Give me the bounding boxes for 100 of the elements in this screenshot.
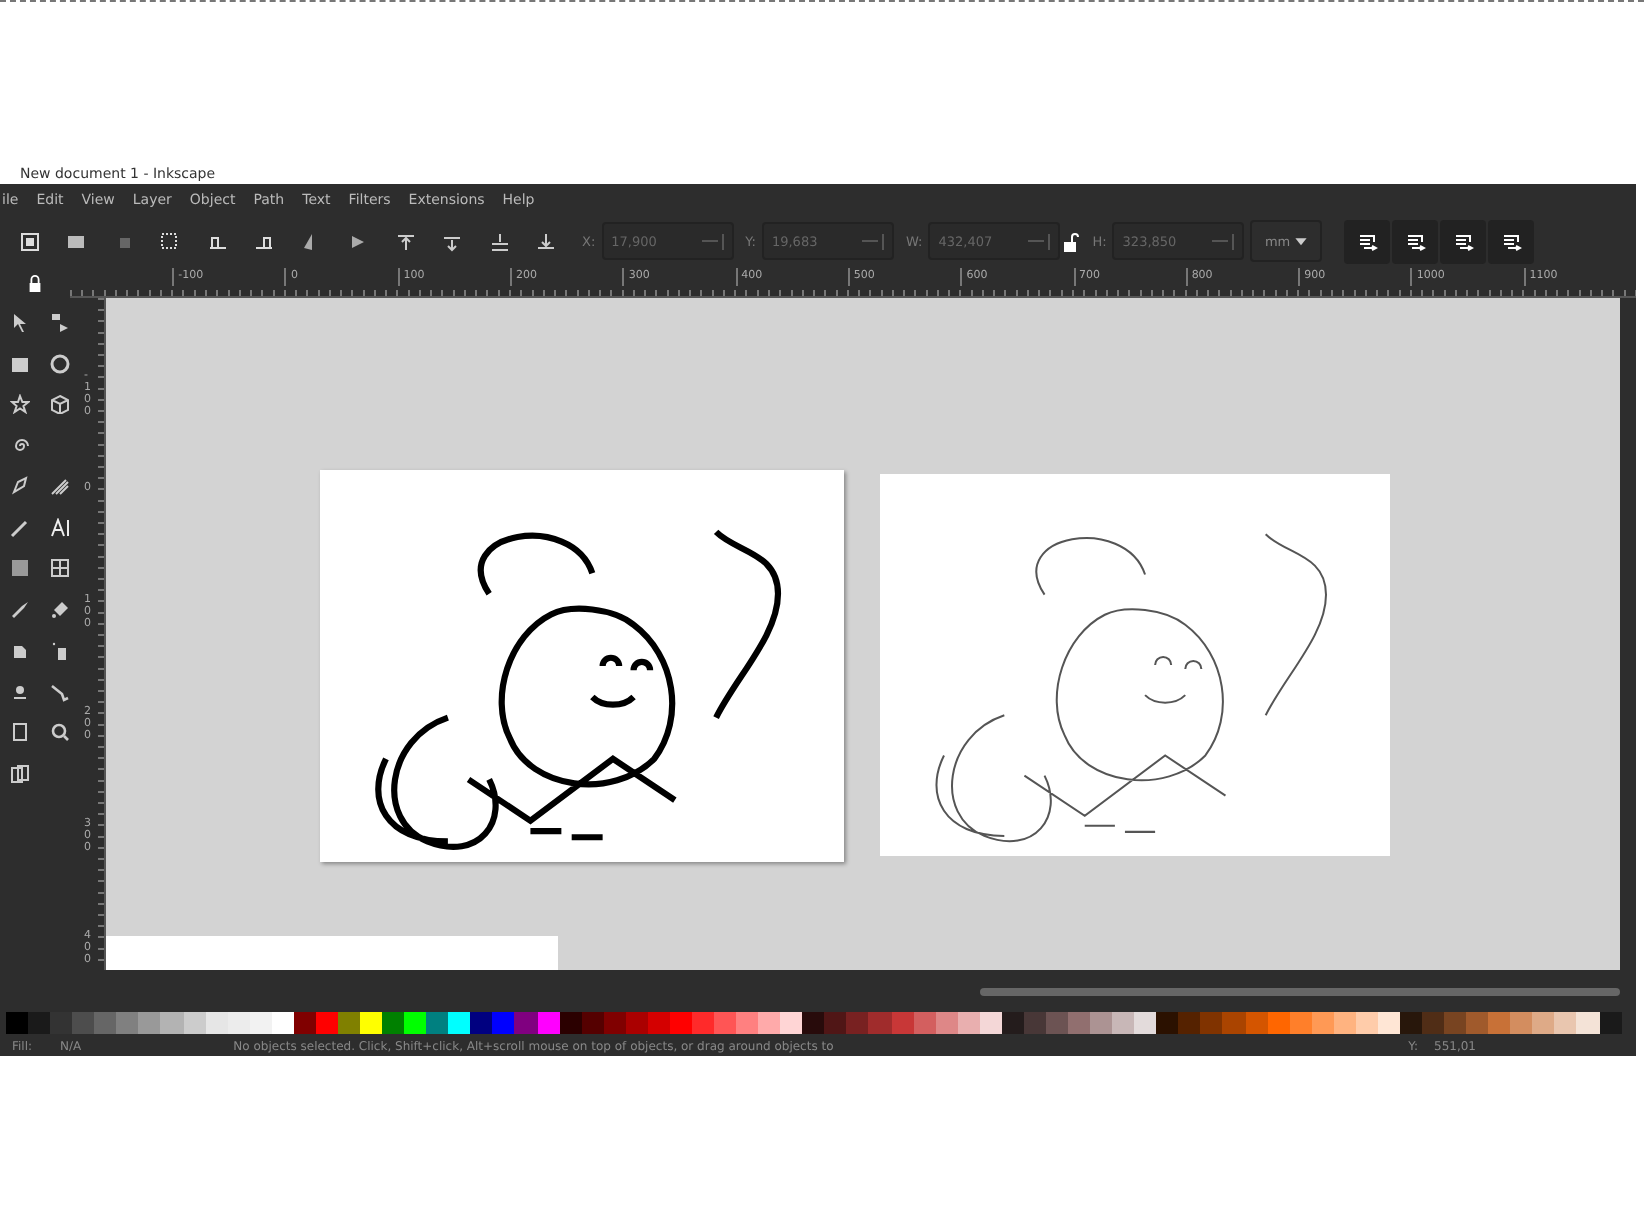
select-all-icon[interactable] <box>19 231 40 251</box>
color-swatch[interactable] <box>382 1012 405 1034</box>
color-swatch[interactable] <box>138 1012 161 1034</box>
color-swatch[interactable] <box>1245 1012 1268 1034</box>
color-swatch[interactable] <box>1599 1012 1622 1034</box>
color-swatch[interactable] <box>249 1012 272 1034</box>
color-swatch[interactable] <box>1576 1012 1599 1034</box>
color-swatch[interactable] <box>846 1012 869 1034</box>
snap-button[interactable] <box>1392 219 1439 263</box>
color-swatch[interactable] <box>1289 1012 1312 1034</box>
color-swatch[interactable] <box>868 1012 891 1034</box>
color-swatch[interactable] <box>957 1012 980 1034</box>
color-swatch[interactable] <box>1554 1012 1577 1034</box>
color-swatch[interactable] <box>6 1012 29 1034</box>
color-swatch[interactable] <box>448 1012 471 1034</box>
color-swatch[interactable] <box>647 1012 670 1034</box>
color-swatch[interactable] <box>669 1012 692 1034</box>
calligraphy-icon[interactable] <box>50 476 70 497</box>
pen-icon[interactable] <box>10 476 30 497</box>
color-swatch[interactable] <box>802 1012 825 1034</box>
color-swatch[interactable] <box>581 1012 604 1034</box>
raise-to-top-icon[interactable] <box>395 231 416 251</box>
color-swatch[interactable] <box>1156 1012 1179 1034</box>
color-swatch[interactable] <box>1112 1012 1135 1034</box>
align-bottom-icon[interactable] <box>489 231 510 251</box>
bounding-box-icon[interactable] <box>160 231 181 251</box>
selector-icon[interactable] <box>10 312 30 333</box>
color-swatch[interactable] <box>714 1012 737 1034</box>
snap-button[interactable] <box>1488 219 1535 263</box>
color-swatch[interactable] <box>1222 1012 1245 1034</box>
color-swatch[interactable] <box>1444 1012 1467 1034</box>
circle-icon[interactable] <box>50 353 70 374</box>
spiral-icon[interactable] <box>10 435 30 456</box>
color-swatch[interactable] <box>183 1012 206 1034</box>
color-swatch[interactable] <box>1068 1012 1091 1034</box>
color-swatch[interactable] <box>1333 1012 1356 1034</box>
color-swatch[interactable] <box>979 1012 1002 1034</box>
color-swatch[interactable] <box>205 1012 228 1034</box>
color-swatch[interactable] <box>28 1012 51 1034</box>
color-swatch[interactable] <box>94 1012 117 1034</box>
color-swatch[interactable] <box>625 1012 648 1034</box>
color-swatch[interactable] <box>1466 1012 1489 1034</box>
color-swatch[interactable] <box>691 1012 714 1034</box>
node-icon[interactable] <box>50 312 70 333</box>
color-swatch[interactable] <box>603 1012 626 1034</box>
color-swatch[interactable] <box>1001 1012 1024 1034</box>
horizontal-scrollbar[interactable] <box>980 987 1620 995</box>
color-swatch[interactable] <box>1267 1012 1290 1034</box>
color-swatch[interactable] <box>824 1012 847 1034</box>
color-swatch[interactable] <box>913 1012 936 1034</box>
color-swatch[interactable] <box>426 1012 449 1034</box>
color-swatch[interactable] <box>315 1012 338 1034</box>
color-swatch[interactable] <box>72 1012 95 1034</box>
gradient-icon[interactable] <box>10 558 30 579</box>
color-swatch[interactable] <box>360 1012 383 1034</box>
color-swatch[interactable] <box>736 1012 759 1034</box>
color-swatch[interactable] <box>492 1012 515 1034</box>
color-swatch[interactable] <box>1090 1012 1113 1034</box>
page-icon[interactable] <box>10 722 30 743</box>
dropper-icon[interactable] <box>10 599 30 620</box>
magnifier-icon[interactable] <box>50 722 70 743</box>
color-swatch[interactable] <box>891 1012 914 1034</box>
color-swatch[interactable] <box>514 1012 537 1034</box>
color-swatch[interactable] <box>50 1012 73 1034</box>
color-swatch[interactable] <box>1355 1012 1378 1034</box>
color-swatch[interactable] <box>1422 1012 1445 1034</box>
color-swatch[interactable] <box>293 1012 316 1034</box>
rectangle-icon[interactable] <box>10 353 30 374</box>
align-icon[interactable] <box>66 231 87 251</box>
lower-to-bottom-icon[interactable] <box>536 231 557 251</box>
color-swatch[interactable] <box>1134 1012 1157 1034</box>
text-cursor-icon[interactable] <box>50 517 70 538</box>
paint-bucket-icon[interactable] <box>50 599 70 620</box>
color-swatch[interactable] <box>1178 1012 1201 1034</box>
color-swatch[interactable] <box>470 1012 493 1034</box>
padlock-icon[interactable] <box>26 274 45 292</box>
cube-icon[interactable] <box>50 394 70 415</box>
color-swatch[interactable] <box>1311 1012 1334 1034</box>
color-swatch[interactable] <box>1045 1012 1068 1034</box>
pencil-icon[interactable] <box>10 517 30 538</box>
color-swatch[interactable] <box>780 1012 803 1034</box>
color-swatch[interactable] <box>537 1012 560 1034</box>
color-swatch[interactable] <box>1399 1012 1422 1034</box>
color-swatch[interactable] <box>1532 1012 1555 1034</box>
star-icon[interactable] <box>10 394 30 415</box>
color-swatch[interactable] <box>227 1012 250 1034</box>
mesh-icon[interactable] <box>50 558 70 579</box>
color-swatch[interactable] <box>1488 1012 1511 1034</box>
lower-down-icon[interactable] <box>442 231 463 251</box>
color-swatch[interactable] <box>160 1012 183 1034</box>
color-swatch[interactable] <box>935 1012 958 1034</box>
connector-icon[interactable] <box>50 681 70 702</box>
snap-button[interactable] <box>1344 219 1391 263</box>
color-swatch[interactable] <box>1510 1012 1533 1034</box>
color-swatch[interactable] <box>758 1012 781 1034</box>
color-swatch[interactable] <box>404 1012 427 1034</box>
color-swatch[interactable] <box>271 1012 294 1034</box>
color-swatch[interactable] <box>1023 1012 1046 1034</box>
color-swatch[interactable] <box>1200 1012 1223 1034</box>
color-swatch[interactable] <box>116 1012 139 1034</box>
